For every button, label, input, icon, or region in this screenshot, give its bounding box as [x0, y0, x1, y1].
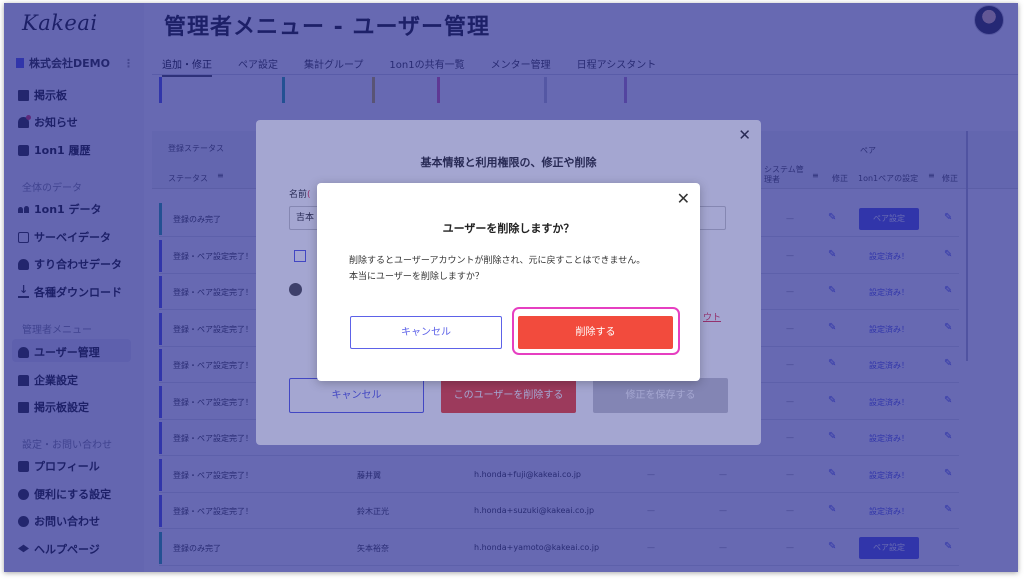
confirm-message-line: 本当にユーザーを削除しますか？ — [349, 272, 484, 282]
confirm-delete-button[interactable]: 削除する — [518, 316, 673, 349]
close-icon[interactable]: ✕ — [677, 191, 690, 207]
delete-confirm-dialog: ✕ ユーザーを削除しますか？ 削除するとユーザーアカウントが削除され、元に戻すこ… — [317, 183, 700, 381]
confirm-message-line: 削除するとユーザーアカウントが削除され、元に戻すことはできません。 — [349, 256, 646, 266]
app-window: Kakeai 株式会社DEMO ⋮ 掲示板 お知らせ 1on1 履歴 全体のデー… — [4, 3, 1018, 572]
confirm-message: 削除するとユーザーアカウントが削除され、元に戻すことはできません。 本当にユーザ… — [349, 253, 645, 285]
confirm-title: ユーザーを削除しますか？ — [442, 222, 575, 235]
cancel-button[interactable]: キャンセル — [350, 316, 502, 349]
